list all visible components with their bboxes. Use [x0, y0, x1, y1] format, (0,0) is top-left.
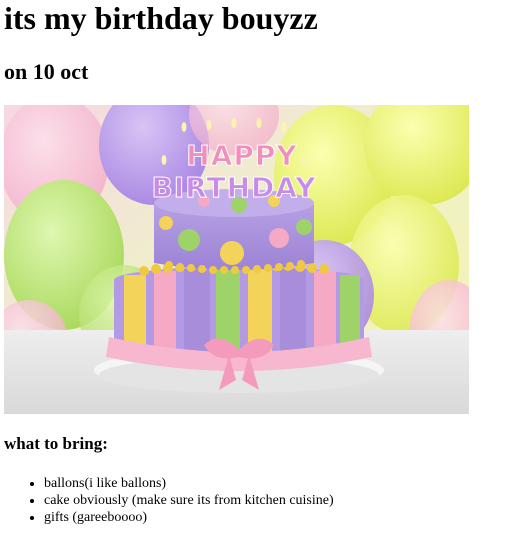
- what-to-bring-heading: what to bring:: [4, 434, 108, 453]
- birthday-cake-image: HAPPY BIRTHDAY: [4, 105, 469, 414]
- cake-topper-birthday: BIRTHDAY: [151, 171, 316, 204]
- cake-topper-happy: HAPPY: [186, 139, 297, 172]
- list-item: cake obviously (make sure its from kitch…: [44, 492, 334, 509]
- list-item: gifts (gareeboooo): [44, 509, 334, 526]
- list-item: ballons(i like ballons): [44, 475, 334, 492]
- date-subtitle: on 10 oct: [4, 59, 89, 84]
- page-title: its my birthday bouyzz: [4, 0, 318, 36]
- bring-list: ballons(i like ballons) cake obviously (…: [4, 475, 334, 526]
